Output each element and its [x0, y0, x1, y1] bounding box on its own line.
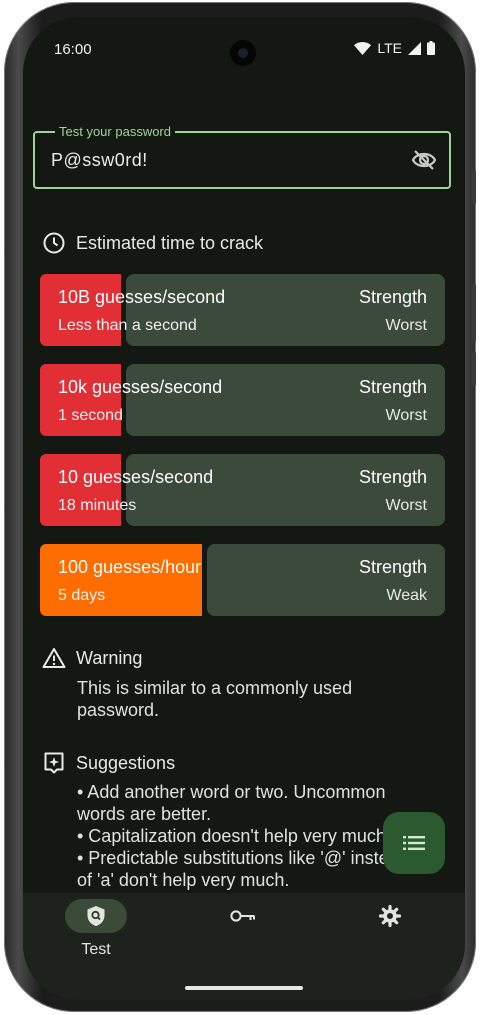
card-background	[126, 454, 445, 526]
strength-label: Strength	[358, 467, 427, 487]
strength-label: Strength	[358, 287, 427, 307]
password-field[interactable]: Test your password	[33, 124, 451, 189]
strength-bar-fill	[40, 274, 121, 346]
warning-text: This is similar to a commonly used passw…	[77, 678, 353, 720]
list-icon	[403, 836, 425, 850]
strength-level: Worst	[385, 317, 427, 334]
list-fab-button[interactable]	[383, 812, 445, 874]
key-icon	[230, 910, 255, 922]
crack-time: 5 days	[58, 587, 106, 604]
bottom-navigation: Test	[23, 893, 465, 1000]
suggestions-header: Suggestions	[42, 751, 175, 775]
nav-item-settings[interactable]	[359, 893, 421, 933]
password-input[interactable]	[51, 150, 391, 171]
home-indicator[interactable]	[185, 986, 303, 990]
front-camera	[230, 40, 256, 66]
shield-search-icon	[87, 906, 105, 926]
status-bar: 16:00 LTE	[23, 17, 465, 77]
screen: 16:00 LTE Test your password E	[23, 17, 465, 1000]
suggestion-line: • Add another word or two. Uncommon	[77, 782, 386, 802]
visibility-off-icon[interactable]	[411, 149, 437, 171]
card-background	[126, 274, 445, 346]
phone-frame: 16:00 LTE Test your password E	[4, 2, 476, 1012]
crack-section-header: Estimated time to crack	[42, 231, 263, 255]
gear-icon	[378, 904, 402, 928]
clock-history-icon	[43, 232, 65, 254]
network-type: LTE	[377, 40, 402, 56]
signal-icon	[408, 41, 421, 55]
strength-level: Weak	[386, 587, 427, 604]
side-button	[472, 352, 476, 386]
volume-button	[472, 170, 476, 204]
card-background	[207, 544, 445, 616]
warning-header: Warning	[42, 646, 142, 670]
wifi-icon	[354, 41, 372, 55]
guess-speed: 100 guesses/hour	[58, 557, 202, 577]
strength-bar-fill	[40, 544, 202, 616]
guess-speed: 10 guesses/second	[58, 467, 214, 487]
nav-label-test: Test	[81, 941, 111, 958]
status-time: 16:00	[54, 41, 92, 58]
nav-item-test[interactable]: Test	[65, 893, 127, 959]
strength-bar-fill	[40, 364, 121, 436]
guess-speed: 10k guesses/second	[58, 377, 223, 397]
nav-pill	[212, 899, 274, 933]
battery-icon	[427, 41, 435, 55]
strength-label: Strength	[358, 557, 427, 577]
password-field-label: Test your password	[55, 124, 175, 140]
warning-icon	[42, 648, 66, 668]
nav-item-key[interactable]	[212, 893, 274, 933]
strength-label: Strength	[358, 377, 427, 397]
strength-level: Worst	[385, 497, 427, 514]
crack-section-title: Estimated time to crack	[76, 232, 264, 253]
card-background	[126, 364, 445, 436]
nav-active-indicator	[65, 899, 127, 933]
nav-pill	[359, 899, 421, 933]
suggestions-title: Suggestions	[76, 752, 176, 773]
status-icons: LTE	[354, 40, 435, 56]
suggestion-sparkle-icon	[44, 752, 64, 774]
warning-title: Warning	[76, 647, 143, 668]
strength-bar-fill	[40, 454, 121, 526]
crack-card: 10 guesses/second 18 minutes Strength Wo…	[40, 454, 445, 526]
crack-card: 100 guesses/hour 5 days Strength Weak	[40, 544, 445, 616]
crack-time: 18 minutes	[58, 497, 137, 514]
crack-time: Less than a second	[58, 317, 197, 334]
strength-level: Worst	[385, 407, 427, 424]
guess-speed: 10B guesses/second	[58, 287, 226, 307]
crack-card: 10k guesses/second 1 second Strength Wor…	[40, 364, 445, 436]
crack-card: 10B guesses/second Less than a second St…	[40, 274, 445, 346]
crack-time: 1 second	[58, 407, 123, 424]
power-button	[472, 284, 476, 342]
